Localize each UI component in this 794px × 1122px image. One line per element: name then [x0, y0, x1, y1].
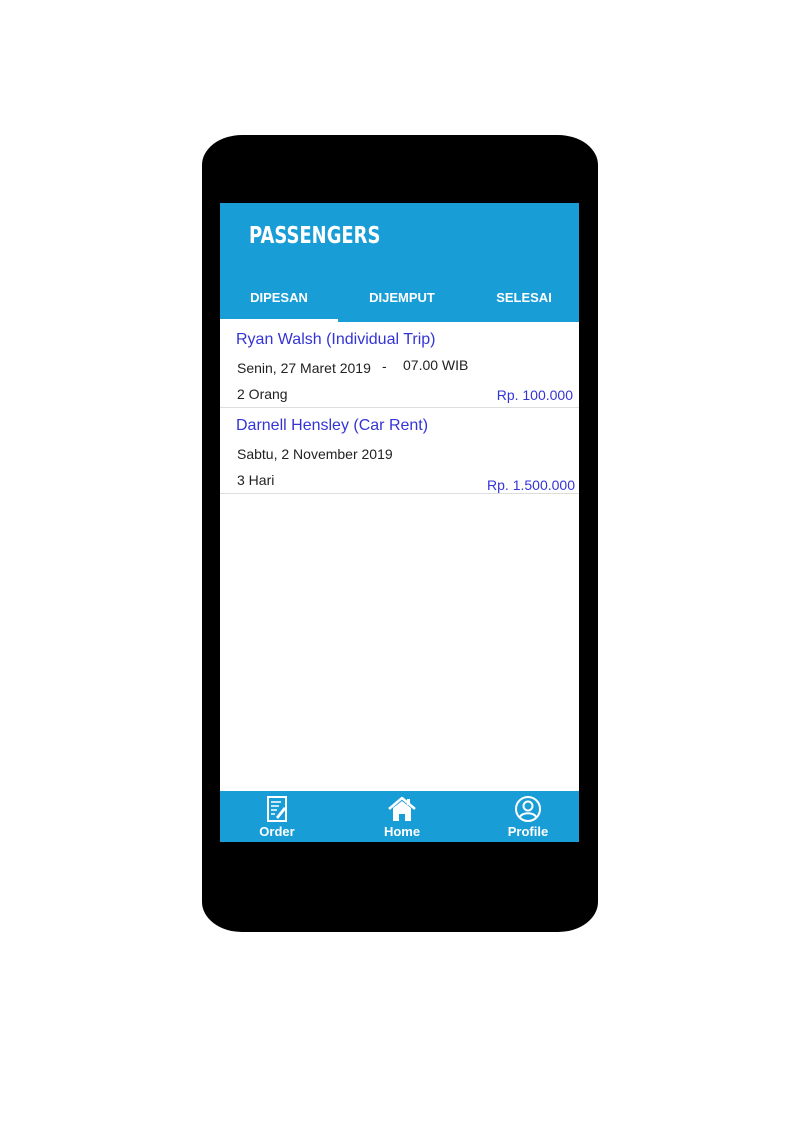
order-date: Sabtu, 2 November 2019	[237, 446, 393, 462]
passenger-name: Darnell Hensley (Car Rent)	[236, 417, 429, 434]
order-time: 07.00 WIB	[403, 357, 469, 373]
home-icon	[388, 796, 416, 821]
tab-selesai[interactable]: SELESAI	[466, 277, 579, 322]
nav-profile-button[interactable]: Profile	[473, 791, 579, 842]
tab-dijemput[interactable]: DIJEMPUT	[342, 277, 462, 322]
nav-label: Order	[259, 824, 295, 839]
tab-label: DIPESAN	[250, 290, 308, 305]
nav-home-button[interactable]: Home	[347, 791, 457, 842]
tab-bar: DIPESAN DIJEMPUT SELESAI	[220, 277, 579, 322]
order-icon	[267, 796, 287, 822]
order-list-item[interactable]: Ryan Walsh (Individual Trip) Senin, 27 M…	[220, 322, 579, 408]
app-screen: PASSENGERS DIPESAN DIJEMPUT SELESAI Ryan…	[220, 203, 579, 842]
nav-label: Profile	[507, 824, 549, 839]
order-date: Senin, 27 Maret 2019	[237, 360, 371, 376]
tab-dipesan[interactable]: DIPESAN	[220, 277, 338, 322]
page-title: PASSENGERS	[249, 223, 381, 249]
tab-label: SELESAI	[496, 290, 552, 305]
order-quantity: 2 Orang	[237, 386, 288, 402]
passenger-name: Ryan Walsh (Individual Trip)	[236, 331, 436, 348]
order-list-item[interactable]: Darnell Hensley (Car Rent) Sabtu, 2 Nove…	[220, 408, 579, 494]
date-time-separator: -	[382, 358, 387, 374]
tab-label: DIJEMPUT	[369, 290, 435, 305]
bottom-navigation: Order Home Profile	[220, 791, 579, 842]
nav-label: Home	[383, 824, 421, 839]
app-bar: PASSENGERS DIPESAN DIJEMPUT SELESAI	[220, 203, 579, 322]
order-price: Rp. 100.000	[496, 387, 573, 403]
profile-icon	[515, 796, 541, 822]
order-quantity: 3 Hari	[237, 472, 275, 488]
nav-order-button[interactable]: Order	[222, 791, 332, 842]
order-price: Rp. 1.500.000	[487, 477, 575, 493]
